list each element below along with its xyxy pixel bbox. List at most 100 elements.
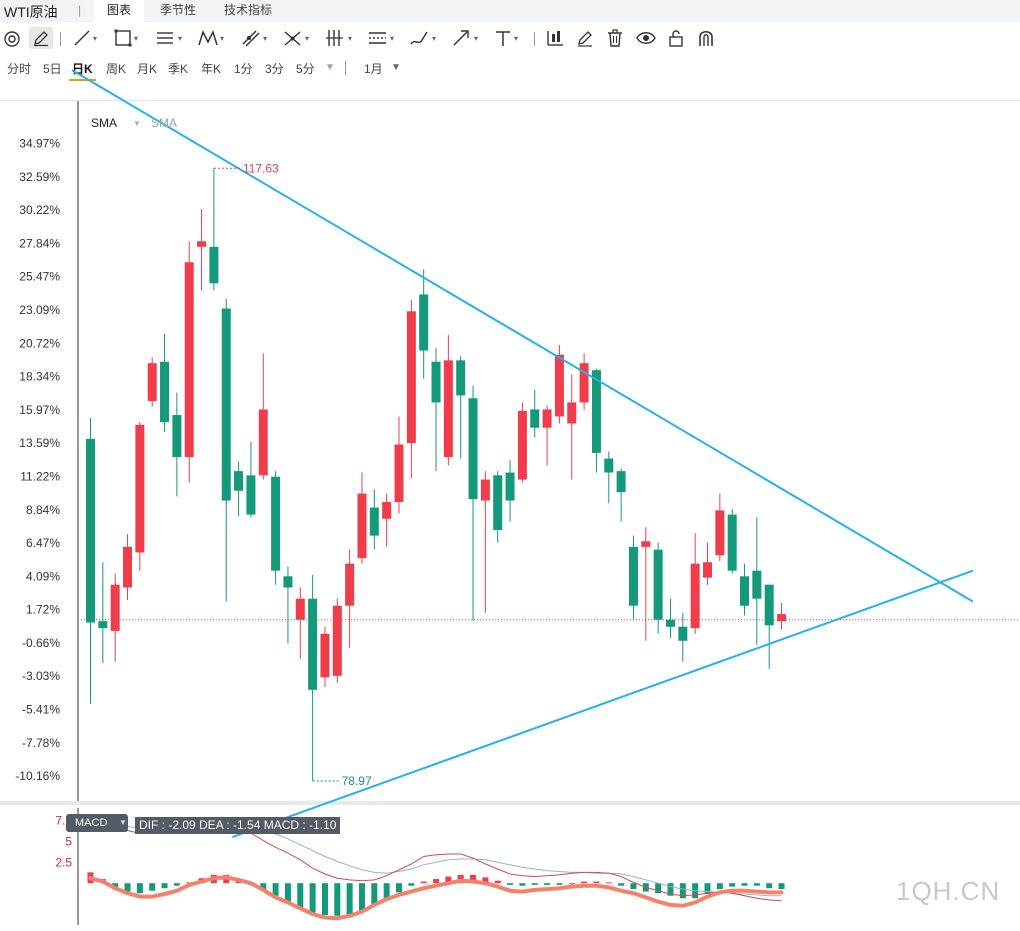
candle xyxy=(591,368,601,473)
sma-indicator-label[interactable]: SMA xyxy=(91,116,117,130)
candle-body xyxy=(160,361,170,423)
y-tick-label: -7.78% xyxy=(22,736,60,750)
candle xyxy=(123,534,133,601)
candle-body xyxy=(727,514,737,571)
candle-body xyxy=(493,475,503,531)
macd-histogram-bar xyxy=(358,883,365,911)
candle-body xyxy=(703,562,712,578)
macd-histogram-bar xyxy=(161,883,168,889)
candle-body xyxy=(221,308,231,501)
y-tick-label: -5.41% xyxy=(22,703,60,717)
trendline-upper[interactable] xyxy=(71,69,974,603)
candle-body xyxy=(567,402,577,424)
candle xyxy=(86,417,95,704)
macd-values-readout: DIF : -2.09 DEA : -1.54 MACD : -1.10 xyxy=(135,817,341,834)
macd-histogram-bar xyxy=(593,881,600,884)
candle xyxy=(110,573,120,662)
candle-body xyxy=(98,621,108,629)
macd-chevron-down-icon[interactable]: ▼ xyxy=(119,818,127,827)
candle xyxy=(740,563,750,616)
y-tick-label: 13.59% xyxy=(19,436,60,450)
candle-body xyxy=(665,619,675,627)
watermark: 1QH.CN xyxy=(896,876,1001,906)
candle xyxy=(295,587,305,659)
candle-body xyxy=(777,614,787,622)
y-tick-label: 34.97% xyxy=(19,136,60,150)
macd-histogram-bar xyxy=(334,883,341,916)
macd-histogram-bar xyxy=(321,883,328,915)
candle xyxy=(271,471,281,585)
macd-histogram-bar xyxy=(729,883,736,887)
candle xyxy=(308,574,318,781)
candle-body xyxy=(715,510,725,556)
candle xyxy=(604,451,614,504)
candle-body xyxy=(246,475,256,515)
candle-body xyxy=(740,576,750,606)
macd-histogram-bar xyxy=(494,880,501,884)
macd-histogram-bar xyxy=(766,883,773,889)
candle-body xyxy=(283,576,293,588)
candle-body xyxy=(591,370,601,453)
candle xyxy=(530,389,540,438)
candle xyxy=(715,493,725,561)
candle xyxy=(579,353,589,410)
y-tick-label: 30.22% xyxy=(19,203,60,217)
candle-body xyxy=(653,549,663,620)
macd-histogram-bar xyxy=(383,883,390,899)
macd-histogram-bar xyxy=(408,883,415,886)
candle xyxy=(283,566,293,644)
candle xyxy=(690,532,700,634)
candle xyxy=(505,459,515,522)
macd-histogram-bar xyxy=(716,883,723,890)
candle-body xyxy=(628,546,638,606)
candle xyxy=(184,241,194,483)
candle xyxy=(542,405,552,466)
macd-y-tick-label: 5 xyxy=(65,834,72,848)
candle xyxy=(320,626,330,688)
candle-body xyxy=(604,458,614,473)
candle-body xyxy=(505,472,515,501)
candle xyxy=(172,392,182,497)
candle xyxy=(480,471,490,613)
candle xyxy=(678,612,688,662)
candle xyxy=(727,508,737,574)
macd-histogram-bar xyxy=(605,882,612,884)
candle xyxy=(197,208,207,291)
y-tick-label: 11.22% xyxy=(20,469,60,483)
y-tick-label: -3.03% xyxy=(22,669,60,683)
candle xyxy=(357,472,367,564)
candle-body xyxy=(394,444,404,502)
y-tick-label: 8.84% xyxy=(26,503,60,517)
candle xyxy=(777,602,787,630)
y-tick-label: 6.47% xyxy=(26,536,60,550)
candle xyxy=(135,422,145,571)
candle xyxy=(752,517,762,645)
macd-histogram-bar xyxy=(581,881,588,884)
sma-chevron-down-icon[interactable]: ▼ xyxy=(133,119,141,128)
candle xyxy=(665,598,675,638)
candle xyxy=(456,356,466,459)
candle xyxy=(764,584,774,669)
candle xyxy=(209,168,219,291)
macd-histogram-bar xyxy=(544,883,551,885)
candle-body xyxy=(678,626,688,641)
candle xyxy=(382,493,392,547)
y-tick-label: 15.97% xyxy=(19,403,60,417)
candle-body xyxy=(357,493,367,559)
candle-body xyxy=(258,409,268,476)
macd-histogram-bar xyxy=(556,883,563,885)
macd-histogram-bar xyxy=(396,883,402,893)
candle-body xyxy=(295,598,305,620)
candle-body xyxy=(271,476,281,571)
macd-histogram-bar xyxy=(136,883,143,894)
candle-body xyxy=(234,471,244,491)
trendline-lower[interactable] xyxy=(232,569,974,838)
macd-y-tick-label: 2.5 xyxy=(55,855,72,869)
candle-body xyxy=(308,598,318,690)
sma-secondary-label[interactable]: SMA xyxy=(151,116,177,130)
candle xyxy=(345,549,355,648)
candle-body xyxy=(184,262,194,458)
candle-body xyxy=(369,507,379,536)
macd-histogram-bar xyxy=(568,883,575,885)
price-chart[interactable]: 34.97% 32.59% 30.22% 27.84% 25.47% 23.09% 20.7… xyxy=(0,0,1020,931)
